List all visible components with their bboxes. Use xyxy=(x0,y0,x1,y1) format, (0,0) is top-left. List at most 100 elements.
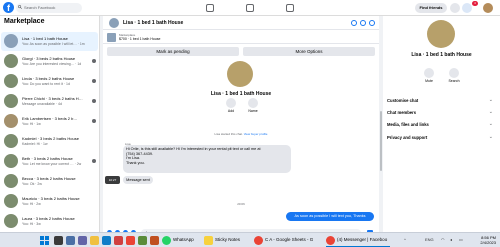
search-label: Search xyxy=(448,79,460,83)
more-options-button[interactable]: More Options xyxy=(243,47,375,56)
conversation-preview: You: Ok · 2w xyxy=(22,182,42,186)
conversation-item[interactable]: Beth · 3 beds 2 baths House You: Let me … xyxy=(1,152,98,171)
volume-icon[interactable]: ◂ xyxy=(450,237,452,242)
conversation-preview: Kadmiel: Hi · 1w xyxy=(22,142,48,146)
battery-icon[interactable]: ▭ xyxy=(459,237,463,242)
outgoing-message-bubble[interactable]: As soon as possible I will text you, Tha… xyxy=(286,212,374,221)
message-line: Thank you. xyxy=(126,160,145,165)
chat-start-text: Lisa started this chat. xyxy=(214,132,244,136)
wifi-icon[interactable]: ◠ xyxy=(441,237,445,242)
marketplace-icon[interactable] xyxy=(286,4,294,12)
top-navigation-bar: f Search Facebook Find friends 4 xyxy=(0,0,500,16)
conversation-preview: You: As soon as possible I will let… · 1… xyxy=(22,42,85,46)
conversation-name: Pierre Chichi · 3 beds 2 baths H… xyxy=(22,96,83,101)
conversation-name: Erik Lambertsen · 3 beds 2 b… xyxy=(22,116,78,121)
conversation-preview: You: Let me know your correct … · 2w xyxy=(22,162,82,166)
details-profile-image[interactable] xyxy=(427,20,455,48)
conversation-item[interactable]: Kadmiel · 3 beds 2 baths House Kadmiel: … xyxy=(1,132,98,151)
sidebar-title: Marketplace xyxy=(4,18,45,25)
view-buyer-profile-link[interactable]: View buyer profile xyxy=(244,132,268,136)
customise-chat-section[interactable]: Customise chat ⌄ xyxy=(387,96,495,105)
name-label: Name xyxy=(248,109,258,113)
add-label: Add xyxy=(227,109,235,113)
chat-members-section[interactable]: Chat members ⌄ xyxy=(387,108,495,117)
read-indicator-icon xyxy=(92,79,96,83)
google-sheets-taskbar-label[interactable]: C A - Google Sheets - G xyxy=(265,237,313,242)
conversation-preview: Message unavailable · 4d xyxy=(22,102,62,106)
messenger-taskbar-label[interactable]: (4) Messenger | Faceboo xyxy=(337,237,387,242)
conversation-preview: You: Do you want to rent it · 1d xyxy=(22,82,70,86)
chrome-icon[interactable] xyxy=(126,236,135,245)
add-button[interactable]: Add xyxy=(221,98,241,124)
conversation-name: Giorgi · 3 beds 2 baths House xyxy=(22,56,76,61)
conversation-item[interactable]: Laura · 3 beds 2 baths House You: Hi · 3… xyxy=(1,212,98,231)
chrome-icon[interactable] xyxy=(326,236,335,245)
mute-button[interactable]: Mute xyxy=(418,68,440,83)
account-avatar[interactable] xyxy=(483,3,493,13)
search-taskbar-icon[interactable] xyxy=(54,236,63,245)
conversation-item[interactable]: Giorgi · 3 beds 2 baths House You: Are y… xyxy=(1,52,98,71)
chat-title[interactable]: Lisa · 1 bed 1 bath House xyxy=(123,20,183,26)
conversation-name: Linda · 3 beds 2 baths House xyxy=(22,76,75,81)
watch-icon[interactable] xyxy=(246,4,254,12)
messenger-icon[interactable] xyxy=(462,3,472,13)
details-name: Lisa · 1 bed 1 bath House xyxy=(411,52,472,58)
conversation-item[interactable]: Linda · 3 beds 2 baths House You: Do you… xyxy=(1,72,98,91)
sticky-notes-taskbar-label[interactable]: Sticky Notes xyxy=(215,237,240,242)
edge-icon[interactable] xyxy=(102,236,111,245)
facebook-logo-icon[interactable]: f xyxy=(3,2,14,13)
add-icon xyxy=(226,98,236,108)
listing-thumbnail xyxy=(4,94,18,108)
conversation-name: Beth · 3 beds 2 baths House xyxy=(22,156,73,161)
conversation-item[interactable]: Erik Lambertsen · 3 beds 2 b… You: Hi · … xyxy=(1,112,98,131)
chevron-down-icon: ⌄ xyxy=(488,134,493,140)
file-explorer-icon[interactable] xyxy=(90,236,99,245)
system-clock[interactable]: 8:56 PM 2/4/2023 xyxy=(468,235,496,245)
profile-image[interactable] xyxy=(227,61,253,87)
phone-icon[interactable] xyxy=(351,20,357,26)
video-call-icon[interactable] xyxy=(360,20,366,26)
section-label: Privacy and support xyxy=(387,135,428,140)
conversation-item[interactable]: Mauricio · 3 beds 2 baths House You: Hi … xyxy=(1,192,98,211)
whatsapp-taskbar-label[interactable]: WhatsApp xyxy=(173,237,194,242)
media-files-links-section[interactable]: Media, files and links ⌄ xyxy=(387,120,495,129)
search-conversation-button[interactable]: Search xyxy=(443,68,465,83)
sticky-notes-icon[interactable] xyxy=(204,236,213,245)
clock-date: 2/4/2023 xyxy=(480,240,496,245)
task-view-icon[interactable] xyxy=(66,236,75,245)
language-indicator[interactable]: ENG xyxy=(425,237,434,242)
conversation-item[interactable]: Pierre Chichi · 3 beds 2 baths H… Messag… xyxy=(1,92,98,111)
mark-as-pending-button[interactable]: Mark as pending xyxy=(107,47,239,56)
windows-start-icon[interactable] xyxy=(40,236,49,245)
incoming-message-bubble[interactable]: Hi Orlie, is this still available? Hi I'… xyxy=(123,145,291,173)
whatsapp-icon[interactable] xyxy=(162,236,171,245)
listing-thumbnail xyxy=(4,214,18,228)
store-icon[interactable] xyxy=(114,236,123,245)
message-sent-notice: Message sent xyxy=(123,176,153,184)
listing-bar[interactable]: Marketplace $700 · 1 bed 1 bath House xyxy=(103,31,379,44)
chat-avatar[interactable] xyxy=(109,18,119,28)
chrome-icon[interactable] xyxy=(254,236,263,245)
profile-name: Lisa · 1 bed 1 bath House xyxy=(210,91,272,97)
teams-icon[interactable] xyxy=(78,236,87,245)
main-nav-icons xyxy=(206,3,294,13)
app-icon[interactable] xyxy=(138,236,147,245)
listing-thumbnail xyxy=(4,74,18,88)
info-icon[interactable] xyxy=(369,20,375,26)
notification-badge: 4 xyxy=(472,1,478,6)
find-friends-button[interactable]: Find friends xyxy=(415,3,447,13)
conversation-item[interactable]: Lisa · 1 bed 1 bath House You: As soon a… xyxy=(1,32,98,51)
marketplace-conversation-list: Marketplace Lisa · 1 bed 1 bath House Yo… xyxy=(0,16,100,232)
conversation-item[interactable]: Becca · 3 beds 2 baths House You: Ok · 2… xyxy=(1,172,98,191)
menu-grid-icon[interactable] xyxy=(450,3,460,13)
privacy-support-section[interactable]: Privacy and support ⌄ xyxy=(387,133,495,142)
home-icon[interactable] xyxy=(206,4,214,12)
search-input[interactable]: Search Facebook xyxy=(16,3,82,13)
scrollbar-thumb[interactable] xyxy=(380,111,382,171)
app-icon[interactable] xyxy=(150,236,159,245)
name-button[interactable]: Name xyxy=(243,98,263,124)
search-icon xyxy=(449,68,459,78)
tray-overflow-icon[interactable]: ^ xyxy=(404,237,406,242)
listing-thumbnail xyxy=(4,54,18,68)
conversation-preview: You: Are you interested viewing… · 1d xyxy=(22,62,82,66)
